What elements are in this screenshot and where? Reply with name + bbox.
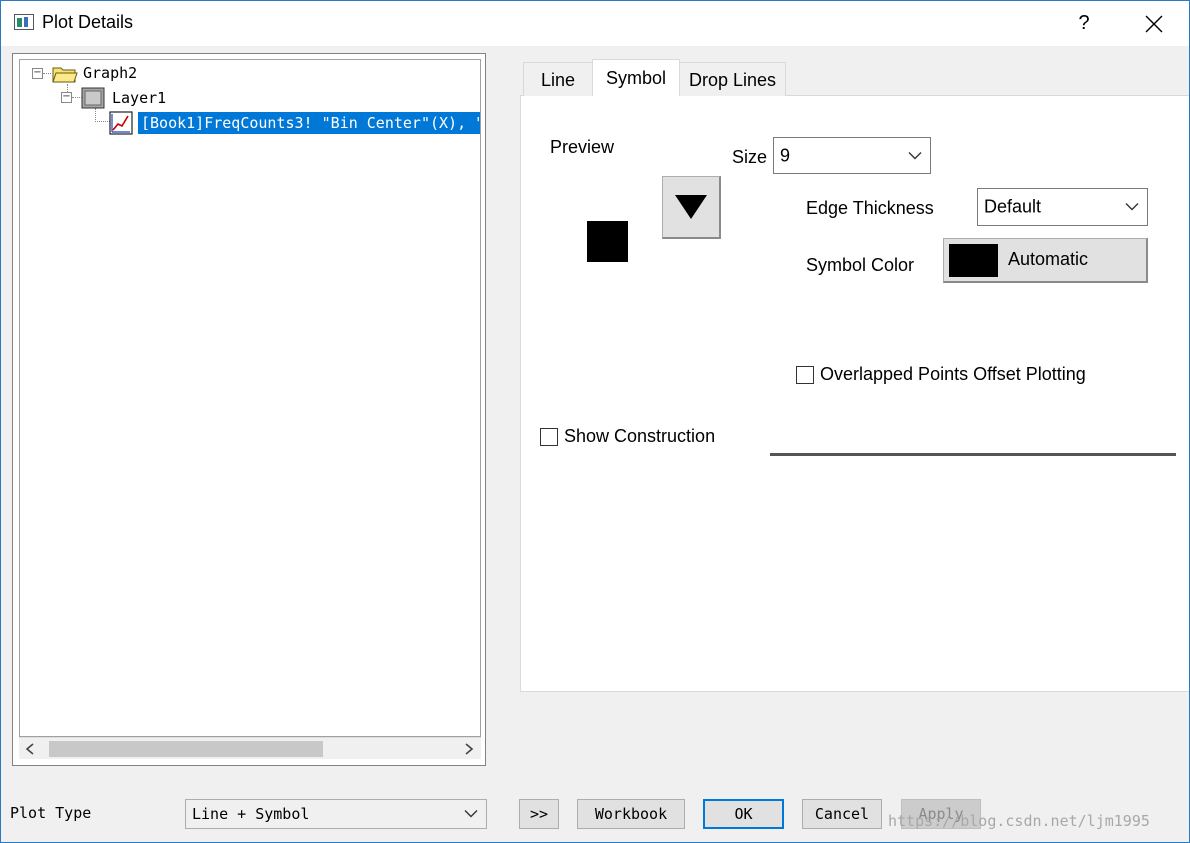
show-construction-label: Show Construction	[564, 426, 716, 446]
scroll-left-icon[interactable]	[25, 743, 35, 755]
tab-drop-lines[interactable]: Drop Lines	[679, 62, 786, 96]
tab-line[interactable]: Line	[523, 62, 593, 96]
symbol-color-button[interactable]: Automatic	[943, 238, 1148, 283]
symbol-preview	[587, 221, 628, 262]
chevron-down-icon	[1125, 203, 1139, 211]
title-bar: Plot Details ?	[0, 0, 1190, 46]
expand-button[interactable]: >>	[519, 799, 559, 829]
cancel-button[interactable]: Cancel	[802, 799, 882, 829]
symbol-picker-button[interactable]	[662, 176, 721, 239]
tree-node-graph2[interactable]: − Graph2	[20, 63, 320, 83]
down-triangle-symbol-icon	[675, 195, 707, 219]
help-button[interactable]: ?	[1068, 8, 1100, 38]
size-value: 9	[780, 145, 791, 165]
collapse-icon[interactable]: −	[61, 92, 72, 103]
plot-tree: − Graph2 − Layer1 [Book1]FreqCounts3! "B…	[19, 59, 481, 737]
size-label: Size	[732, 147, 768, 167]
chevron-down-icon	[464, 810, 478, 818]
tree-node-layer1[interactable]: − Layer1	[20, 87, 320, 109]
tab-symbol[interactable]: Symbol	[592, 59, 680, 96]
overlapped-points-checkbox[interactable]	[796, 366, 814, 384]
folder-icon	[52, 67, 78, 83]
construction-divider	[770, 453, 1176, 456]
ok-button[interactable]: OK	[703, 799, 784, 829]
app-icon	[14, 14, 34, 30]
symbol-tab-panel	[520, 95, 1190, 692]
plot-tree-panel: − Graph2 − Layer1 [Book1]FreqCounts3! "B…	[12, 53, 486, 766]
tree-node-plot[interactable]: [Book1]FreqCounts3! "Bin Center"(X), "	[20, 111, 481, 135]
plot-type-combo[interactable]: Line + Symbol	[185, 799, 487, 829]
window-title: Plot Details	[42, 12, 134, 32]
close-icon	[1145, 15, 1163, 33]
edge-thickness-label: Edge Thickness	[806, 198, 934, 218]
overlapped-points-label: Overlapped Points Offset Plotting	[820, 364, 1086, 384]
tree-horizontal-scrollbar[interactable]	[19, 737, 481, 759]
layer-icon	[81, 87, 105, 109]
plot-icon	[109, 111, 133, 135]
workbook-button[interactable]: Workbook	[577, 799, 685, 829]
preview-label: Preview	[550, 137, 615, 157]
show-construction-checkbox[interactable]	[540, 428, 558, 446]
tree-label-graph2: Graph2	[83, 64, 138, 82]
symbol-color-label: Symbol Color	[806, 255, 915, 275]
color-swatch	[949, 244, 998, 277]
symbol-color-value: Automatic	[1008, 249, 1089, 269]
watermark: https://blog.csdn.net/ljm1995	[888, 812, 1150, 830]
plot-type-value: Line + Symbol	[192, 805, 310, 823]
edge-thickness-combo[interactable]: Default	[977, 188, 1148, 226]
plot-type-label: Plot Type	[10, 804, 92, 822]
close-button[interactable]	[1132, 8, 1176, 38]
scrollbar-thumb[interactable]	[49, 741, 323, 757]
size-combo[interactable]: 9	[773, 137, 931, 174]
collapse-icon[interactable]: −	[32, 68, 43, 79]
tree-label-plot: [Book1]FreqCounts3! "Bin Center"(X), "	[141, 114, 481, 132]
edge-thickness-value: Default	[984, 196, 1042, 217]
tree-label-layer1: Layer1	[112, 89, 167, 107]
chevron-down-icon	[908, 151, 922, 159]
scroll-right-icon[interactable]	[464, 743, 474, 755]
